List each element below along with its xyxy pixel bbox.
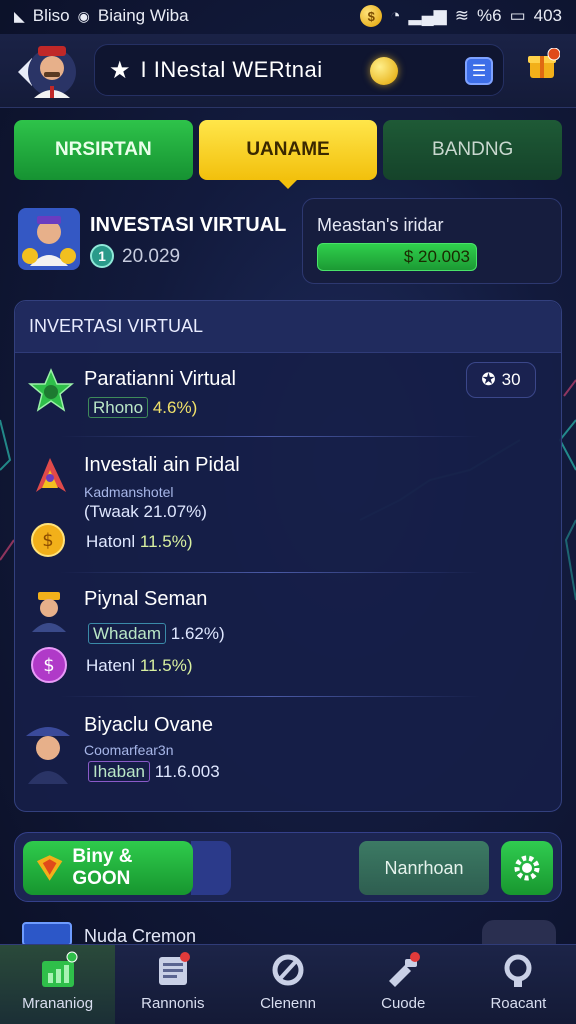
nav-label: Clenenn xyxy=(260,995,316,1012)
rate-value: 21.07%) xyxy=(143,502,207,521)
network-icon: ◉ xyxy=(77,7,90,24)
businessman-icon xyxy=(32,592,66,632)
rate-label: Whadam xyxy=(88,623,167,644)
bottom-nav: Mrananiog Rannonis Clenenn Cuode Roacant xyxy=(0,944,576,1024)
level-badge: 1 xyxy=(90,244,114,268)
secondary-button[interactable]: Nanrhoan xyxy=(359,841,489,895)
item-rate-secondary: Hatenl 11.5%) xyxy=(80,654,198,678)
rate-value: 11.5%) xyxy=(139,532,193,551)
wifi-icon: ≋ xyxy=(454,6,469,25)
rate-label: (Twaak xyxy=(84,502,139,521)
status-bar: ◣ Bliso ◉ Biaing Wiba $ ◔ ▂▄▆ ≋ %6 ▭ 403 xyxy=(0,0,576,32)
user-avatar[interactable] xyxy=(12,38,82,104)
shield-icon xyxy=(36,855,63,881)
rate-value: 11.5%) xyxy=(139,656,193,675)
home-chart-icon xyxy=(41,951,78,987)
battery-text: 403 xyxy=(533,6,562,25)
item-subtitle: Kadmanshotel xyxy=(84,484,174,500)
nav-label: Cuode xyxy=(381,995,426,1012)
balance-label: Meastan's iridar xyxy=(317,215,444,235)
rate-value: 11.6.003 xyxy=(154,762,220,781)
item-badge xyxy=(482,920,556,946)
nav-account[interactable]: Roacant xyxy=(461,945,576,1024)
rate-label: Rhono xyxy=(88,397,149,418)
nav-exchange[interactable]: Clenenn xyxy=(230,945,345,1024)
profile-avatar[interactable] xyxy=(16,206,82,272)
status-left-text: Bliso xyxy=(32,6,70,25)
rate-value: 1.62%) xyxy=(170,624,225,643)
list-item[interactable]: Piynal Seman Whadam 1.62%) $ Hatenl 11.5… xyxy=(0,580,548,690)
list-item[interactable]: Paratianni Virtual Rhono 4.6%) xyxy=(0,360,548,430)
item-rate: Ihaban 11.6.003 xyxy=(82,760,226,784)
carrier-name: Biaing Wiba xyxy=(97,6,189,25)
dollar-coin-icon: $ xyxy=(31,523,65,557)
menu-list-icon[interactable]: ☰ xyxy=(465,57,493,85)
divider xyxy=(60,436,480,437)
buy-button[interactable]: Biny & GOON xyxy=(23,841,193,895)
svg-text:$: $ xyxy=(43,655,54,676)
star-icon: ★ xyxy=(109,56,131,84)
item-name: Piynal Seman xyxy=(84,588,208,610)
purple-coin-icon: $ xyxy=(31,647,67,683)
settings-button[interactable] xyxy=(501,841,553,895)
tab-bar: NRSIRTAN UANAME BANDNG xyxy=(14,120,563,189)
item-thumbnail xyxy=(22,922,72,946)
rate-value: 4.6%) xyxy=(152,398,198,417)
action-row: Biny & GOON Nanrhoan xyxy=(14,832,562,902)
coin-icon[interactable] xyxy=(370,57,398,85)
profile-summary: INVESTASI VIRTUAL 1 20.029 xyxy=(14,198,294,282)
tools-icon xyxy=(389,952,421,987)
item-name: Paratianni Virtual xyxy=(84,368,236,390)
exchange-icon xyxy=(272,954,304,986)
nav-home[interactable]: Mrananiog xyxy=(0,945,116,1024)
buy-button-label: Biny & GOON xyxy=(72,846,133,889)
nav-reports[interactable]: Rannonis xyxy=(115,945,230,1024)
coin-status-icon: $ xyxy=(360,5,383,27)
panel-title: INVERTASI VIRTUAL xyxy=(15,301,561,353)
item-rate: Whadam 1.62%) xyxy=(82,622,231,646)
buy-button-tail xyxy=(191,841,231,895)
profile-score: 20.029 xyxy=(122,246,181,267)
item-rate: Rhono 4.6%) xyxy=(82,396,203,420)
detective-icon xyxy=(26,727,70,784)
battery-icon: ▭ xyxy=(509,6,526,25)
item-rate: (Twaak 21.07%) xyxy=(78,500,213,524)
alarm-icon: ◔ xyxy=(390,6,401,25)
rocket-icon xyxy=(36,458,66,492)
balance-card[interactable]: Meastan's iridar $ 20.003 xyxy=(302,198,562,284)
tab-bandng[interactable]: BANDNG xyxy=(383,120,563,180)
partial-list-item[interactable]: Nuda Cremon xyxy=(20,918,560,946)
balance-amount: $ 20.003 xyxy=(317,243,477,271)
nav-code[interactable]: Cuode xyxy=(346,945,461,1024)
status-percent: %6 xyxy=(476,6,502,25)
list-item[interactable]: Investali ain Pidal Kadmanshotel (Twaak … xyxy=(0,448,548,568)
nav-label: Mrananiog xyxy=(22,995,94,1012)
nav-label: Roacant xyxy=(490,995,547,1012)
notification-icon: ◣ xyxy=(14,7,25,24)
item-name: Investali ain Pidal xyxy=(84,454,240,476)
rate-label: Hatenl xyxy=(86,656,136,675)
rate-label: Ihaban xyxy=(88,761,150,782)
app-title: I INestal WERtnai xyxy=(140,57,323,82)
app-header: ★ I INestal WERtnai ☰ xyxy=(0,34,576,108)
profile-name: INVESTASI VIRTUAL xyxy=(90,214,287,236)
signal-icon: ▂▄▆ xyxy=(408,6,447,25)
item-subtitle: Coomarfear3n xyxy=(84,742,174,758)
document-icon xyxy=(158,952,190,985)
title-bar: ★ I INestal WERtnai ☰ xyxy=(94,44,504,96)
list-item[interactable]: Biyaclu Ovane Coomarfear3n Ihaban 11.6.0… xyxy=(0,708,548,798)
nav-label: Rannonis xyxy=(141,995,205,1012)
divider xyxy=(60,696,480,697)
svg-text:$: $ xyxy=(42,530,53,551)
item-name: Biyaclu Ovane xyxy=(84,714,213,736)
tab-uaname[interactable]: UANAME xyxy=(198,120,378,189)
star-badge-icon xyxy=(28,368,74,412)
gear-icon xyxy=(514,855,540,881)
rate-label: Hatonl xyxy=(86,532,136,551)
item-rate-secondary: Hatonl 11.5%) xyxy=(80,530,198,554)
search-icon xyxy=(504,954,532,987)
tab-nrsirtan[interactable]: NRSIRTAN xyxy=(14,120,193,180)
divider xyxy=(60,572,480,573)
gift-icon[interactable] xyxy=(526,48,560,82)
